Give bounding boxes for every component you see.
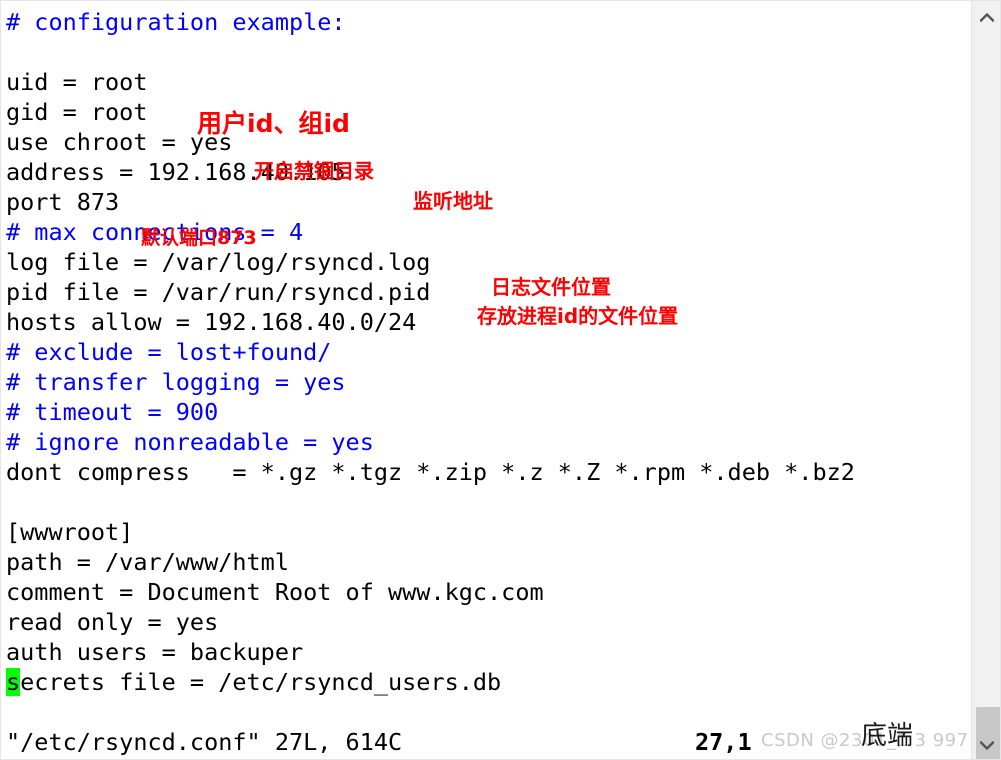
editor-line: # transfer logging = yes xyxy=(6,367,971,397)
editor-line: pid file = /var/run/rsyncd.pid xyxy=(6,277,971,307)
editor-line: [wwwroot] xyxy=(6,517,971,547)
editor-line-text: gid = root xyxy=(6,98,148,126)
editor-line: path = /var/www/html xyxy=(6,547,971,577)
editor-line: use chroot = yes xyxy=(6,127,971,157)
editor-line: address = 192.168.40.105 xyxy=(6,157,971,187)
red-annotation: 用户id、组id xyxy=(197,109,350,138)
editor-line: # ignore nonreadable = yes xyxy=(6,427,971,457)
editor-line: log file = /var/log/rsyncd.log xyxy=(6,247,971,277)
chevron-up-icon[interactable] xyxy=(972,5,1000,29)
editor-text-buffer[interactable]: # configuration example: uid = root gid =… xyxy=(1,1,971,759)
editor-line: # configuration example: xyxy=(6,7,971,37)
red-annotation: 日志文件位置 xyxy=(491,275,611,299)
editor-line-text: ecrets file = /etc/rsyncd_users.db xyxy=(20,668,502,696)
editor-line-text: log file = /var/log/rsyncd.log xyxy=(6,248,431,276)
editor-line-text: auth users = backuper xyxy=(6,638,304,666)
editor-line: dont compress = *.gz *.tgz *.zip *.z *.Z… xyxy=(6,457,971,487)
red-annotation: 开启禁锢目录 xyxy=(254,159,374,183)
editor-line-text: # ignore nonreadable = yes xyxy=(6,428,374,456)
red-annotation: 监听地址 xyxy=(413,189,493,213)
editor-line-text: read only = yes xyxy=(6,608,219,636)
vertical-scrollbar[interactable] xyxy=(971,1,1000,759)
editor-line-text: path = /var/www/html xyxy=(6,548,289,576)
overlay-chinese-text: 底端 xyxy=(861,721,914,751)
editor-line-text: # timeout = 900 xyxy=(6,398,219,426)
editor-line-text: hosts allow = 192.168.40.0/24 xyxy=(6,308,417,336)
editor-line: # timeout = 900 xyxy=(6,397,971,427)
editor-line-text: pid file = /var/run/rsyncd.pid xyxy=(6,278,431,306)
editor-line: gid = root xyxy=(6,97,971,127)
editor-line-text: comment = Document Root of www.kgc.com xyxy=(6,578,544,606)
editor-line-text: # exclude = lost+found/ xyxy=(6,338,332,366)
editor-line: auth users = backuper xyxy=(6,637,971,667)
block-cursor: s xyxy=(6,668,21,696)
editor-line: # exclude = lost+found/ xyxy=(6,337,971,367)
scrollbar-track[interactable] xyxy=(974,29,1000,759)
editor-line: comment = Document Root of www.kgc.com xyxy=(6,577,971,607)
editor-line: uid = root xyxy=(6,67,971,97)
editor-line-text: [wwwroot] xyxy=(6,518,134,546)
editor-line-text: port 873 xyxy=(6,188,120,216)
terminal-window: # configuration example: uid = root gid =… xyxy=(0,0,1001,760)
red-annotation: 默认端口873 xyxy=(141,227,257,249)
editor-line-text: dont compress = *.gz *.tgz *.zip *.z *.Z… xyxy=(6,458,855,486)
editor-line: secrets file = /etc/rsyncd_users.db xyxy=(6,667,971,697)
editor-line-text: # configuration example: xyxy=(6,8,346,36)
editor-line-text: # transfer logging = yes xyxy=(6,368,346,396)
chevron-down-icon[interactable] xyxy=(972,733,1000,757)
editor-line-text: uid = root xyxy=(6,68,148,96)
red-annotation: 存放进程id的文件位置 xyxy=(477,304,679,328)
status-bar-cursor-position: 27,1 xyxy=(695,728,752,756)
editor-line: read only = yes xyxy=(6,607,971,637)
